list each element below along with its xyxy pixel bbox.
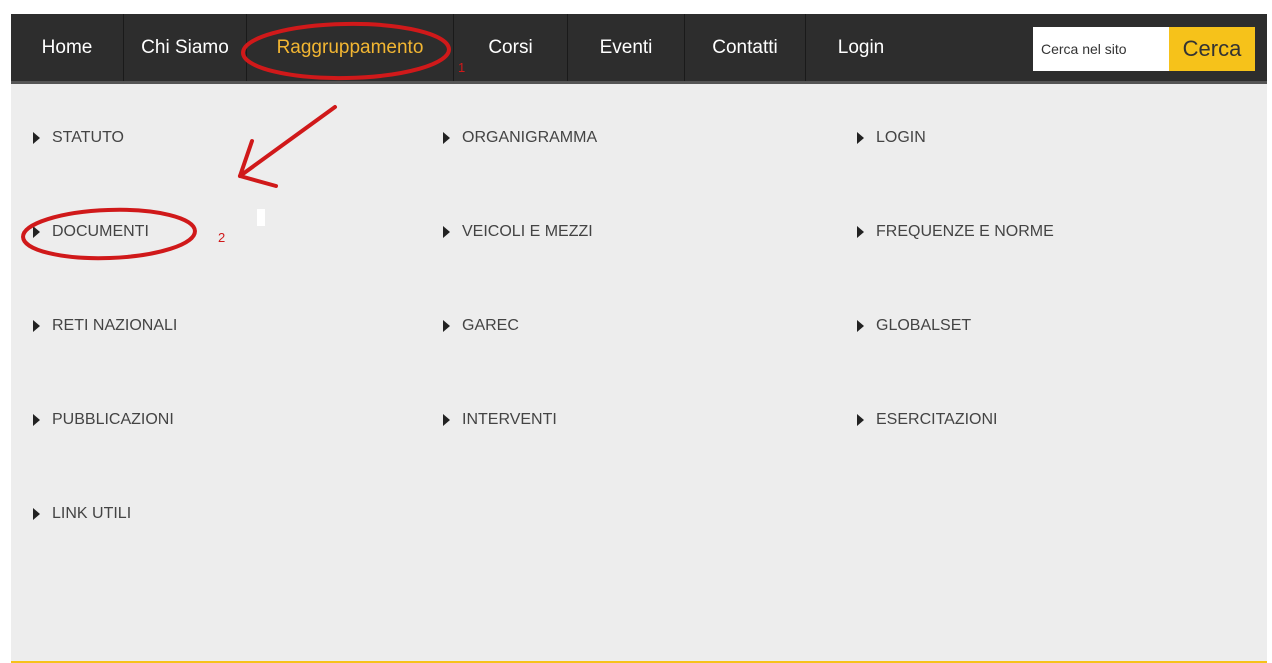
menu-item-esercitazioni[interactable]: ESERCITAZIONI — [857, 411, 998, 429]
menu-item-label: RETI NAZIONALI — [52, 317, 178, 334]
menu-item-label: ORGANIGRAMMA — [462, 129, 598, 146]
page-frame: Home Chi Siamo Raggruppamento Corsi Even… — [11, 14, 1267, 663]
caret-right-icon — [443, 226, 450, 238]
menu-item-label: DOCUMENTI — [52, 223, 149, 240]
menu-item-label: FREQUENZE E NORME — [876, 223, 1054, 240]
menu-item-label: ESERCITAZIONI — [876, 411, 998, 428]
nav-raggruppamento[interactable]: Raggruppamento — [247, 14, 454, 81]
menu-item-label: GLOBALSET — [876, 317, 972, 334]
menu-item-frequenze-e-norme[interactable]: FREQUENZE E NORME — [857, 223, 1054, 241]
nav-eventi[interactable]: Eventi — [568, 14, 685, 81]
caret-right-icon — [33, 320, 40, 332]
caret-right-icon — [857, 226, 864, 238]
annotation-step-2: 2 — [218, 230, 226, 245]
main-navbar: Home Chi Siamo Raggruppamento Corsi Even… — [11, 14, 1267, 84]
menu-item-garec[interactable]: GAREC — [443, 317, 519, 335]
nav-home[interactable]: Home — [11, 14, 124, 81]
menu-item-organigramma[interactable]: ORGANIGRAMMA — [443, 129, 597, 147]
menu-item-label: LOGIN — [876, 129, 926, 146]
menu-item-documenti[interactable]: DOCUMENTI — [33, 223, 149, 241]
menu-item-label: INTERVENTI — [462, 411, 557, 428]
menu-item-globalset[interactable]: GLOBALSET — [857, 317, 971, 335]
caret-right-icon — [443, 414, 450, 426]
cursor-mark — [257, 209, 265, 226]
search-button[interactable]: Cerca — [1169, 27, 1255, 71]
menu-item-interventi[interactable]: INTERVENTI — [443, 411, 557, 429]
menu-item-label: LINK UTILI — [52, 505, 132, 522]
menu-item-link-utili[interactable]: LINK UTILI — [33, 505, 131, 523]
menu-item-label: VEICOLI E MEZZI — [462, 223, 593, 240]
nav-chi-siamo[interactable]: Chi Siamo — [124, 14, 247, 81]
menu-item-reti-nazionali[interactable]: RETI NAZIONALI — [33, 317, 177, 335]
caret-right-icon — [443, 320, 450, 332]
annotation-step-1: 1 — [458, 60, 466, 75]
caret-right-icon — [33, 226, 40, 238]
nav-corsi[interactable]: Corsi — [454, 14, 568, 81]
nav-contatti[interactable]: Contatti — [685, 14, 806, 81]
nav-login[interactable]: Login — [806, 14, 916, 81]
menu-item-label: PUBBLICAZIONI — [52, 411, 174, 428]
search-input[interactable] — [1033, 27, 1169, 71]
menu-item-login[interactable]: LOGIN — [857, 129, 926, 147]
menu-item-label: GAREC — [462, 317, 519, 334]
menu-item-label: STATUTO — [52, 129, 124, 146]
menu-item-veicoli-e-mezzi[interactable]: VEICOLI E MEZZI — [443, 223, 593, 241]
caret-right-icon — [857, 132, 864, 144]
menu-item-pubblicazioni[interactable]: PUBBLICAZIONI — [33, 411, 174, 429]
caret-right-icon — [33, 414, 40, 426]
caret-right-icon — [33, 132, 40, 144]
caret-right-icon — [857, 320, 864, 332]
caret-right-icon — [33, 508, 40, 520]
caret-right-icon — [443, 132, 450, 144]
menu-item-statuto[interactable]: STATUTO — [33, 129, 124, 147]
caret-right-icon — [857, 414, 864, 426]
